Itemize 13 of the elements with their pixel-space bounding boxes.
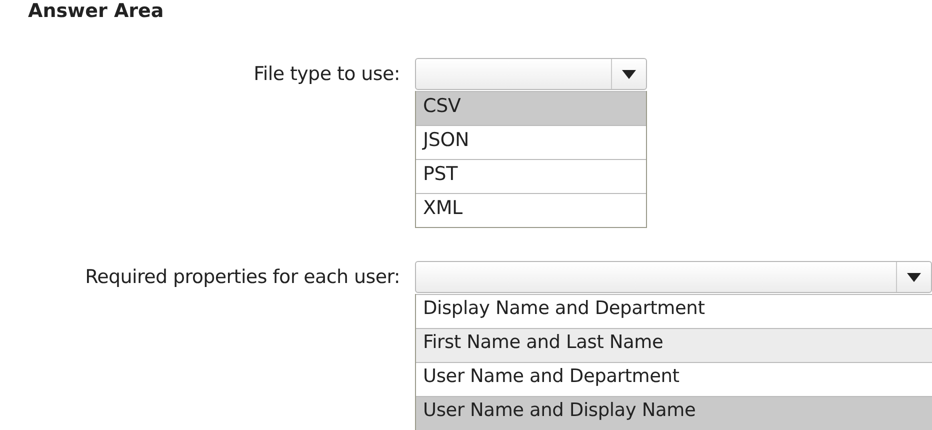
dropdown-option[interactable]: First Name and Last Name [416,328,932,362]
field-label: File type to use: [254,62,400,85]
dropdown-arrow-icon [907,272,921,282]
dropdown-option[interactable]: JSON [416,125,646,159]
dropdown-field[interactable] [415,261,932,293]
field-label: Required properties for each user: [85,265,400,288]
dropdown-arrow-icon [622,70,636,78]
dropdown-field[interactable] [415,58,647,90]
dropdown-option[interactable]: User Name and Display Name [416,396,932,430]
section-heading: Answer Area [28,0,165,22]
dropdown-option[interactable]: PST [416,159,646,193]
dropdown-option[interactable]: CSV [416,91,646,125]
dropdown-option[interactable]: XML [416,193,646,227]
